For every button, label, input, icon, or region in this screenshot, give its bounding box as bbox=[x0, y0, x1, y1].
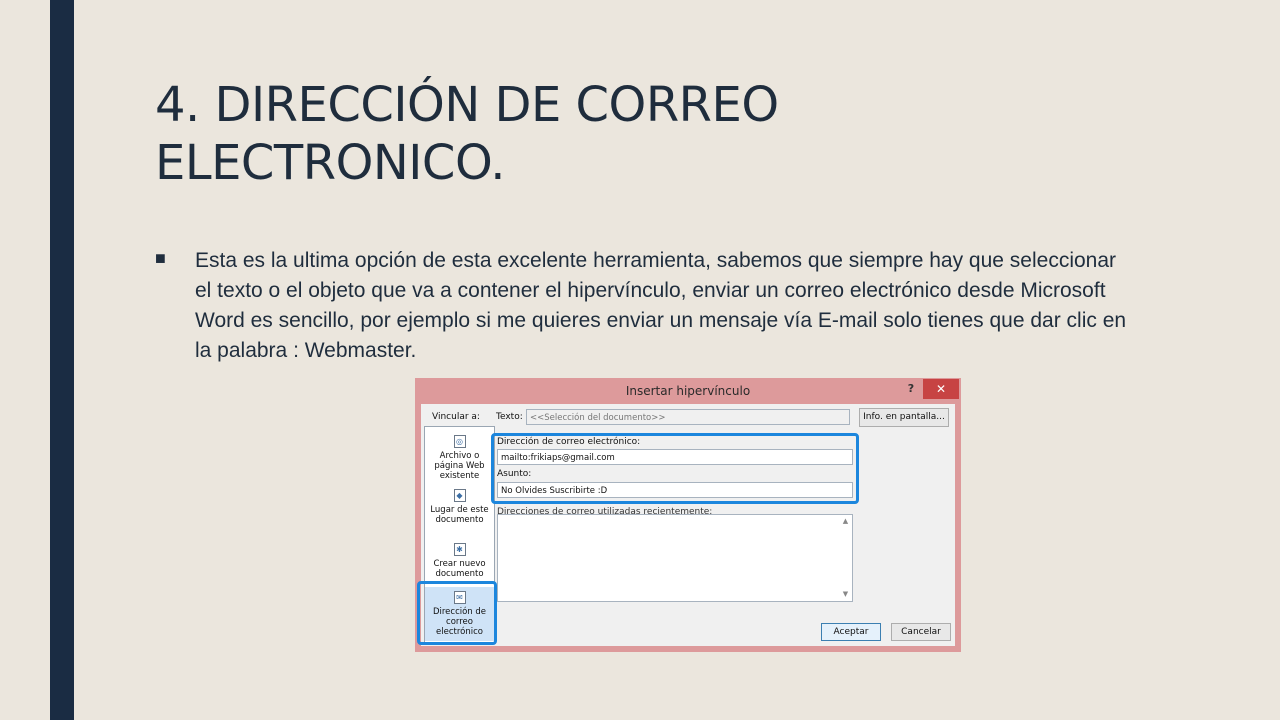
email-fields-highlight bbox=[491, 433, 859, 504]
insert-hyperlink-dialog: Insertar hipervínculo ? ✕ Vincular a: Te… bbox=[415, 378, 961, 652]
bullet-text: Esta es la ultima opción de esta excelen… bbox=[195, 249, 1127, 362]
link-item-label: Crear nuevo documento bbox=[433, 559, 486, 579]
scroll-up-icon[interactable]: ▲ bbox=[841, 517, 850, 526]
link-item-label: Lugar de este documento bbox=[430, 505, 489, 525]
text-label: Texto: bbox=[496, 412, 523, 422]
cancel-button[interactable]: Cancelar bbox=[891, 623, 951, 641]
link-to-label: Vincular a: bbox=[432, 412, 480, 422]
document-place-icon: ◆ bbox=[453, 489, 466, 502]
bullet-square-icon: ■ bbox=[155, 248, 166, 268]
slide-title: 4. DIRECCIÓN DE CORREO ELECTRONICO. bbox=[155, 76, 1055, 192]
text-to-display-input[interactable]: <<Selección del documento>> bbox=[526, 409, 850, 425]
screen-tip-button[interactable]: Info. en pantalla... bbox=[859, 408, 949, 427]
link-item-label: Archivo o página Web existente bbox=[434, 451, 485, 481]
new-document-icon: ✱ bbox=[453, 543, 466, 556]
slide-title-line-1: 4. DIRECCIÓN DE CORREO bbox=[155, 77, 779, 133]
slide-title-line-2: ELECTRONICO. bbox=[155, 135, 506, 191]
dialog-title: Insertar hipervínculo bbox=[625, 384, 751, 398]
help-button[interactable]: ? bbox=[900, 380, 922, 398]
accept-button[interactable]: Aceptar bbox=[821, 623, 881, 641]
globe-page-icon: ◎ bbox=[453, 435, 466, 448]
link-item-existing-file[interactable]: ◎ Archivo o página Web existente bbox=[425, 435, 494, 481]
close-button[interactable]: ✕ bbox=[923, 379, 959, 399]
link-item-new-document[interactable]: ✱ Crear nuevo documento bbox=[425, 543, 494, 579]
link-item-place-in-document[interactable]: ◆ Lugar de este documento bbox=[425, 489, 494, 525]
email-option-highlight bbox=[417, 581, 497, 645]
scroll-down-icon[interactable]: ▼ bbox=[841, 590, 850, 599]
dialog-body: Vincular a: Texto: <<Selección del docum… bbox=[417, 404, 955, 646]
recent-addresses-list[interactable]: ▲ ▼ bbox=[497, 514, 853, 602]
slide-side-bar bbox=[50, 0, 74, 720]
